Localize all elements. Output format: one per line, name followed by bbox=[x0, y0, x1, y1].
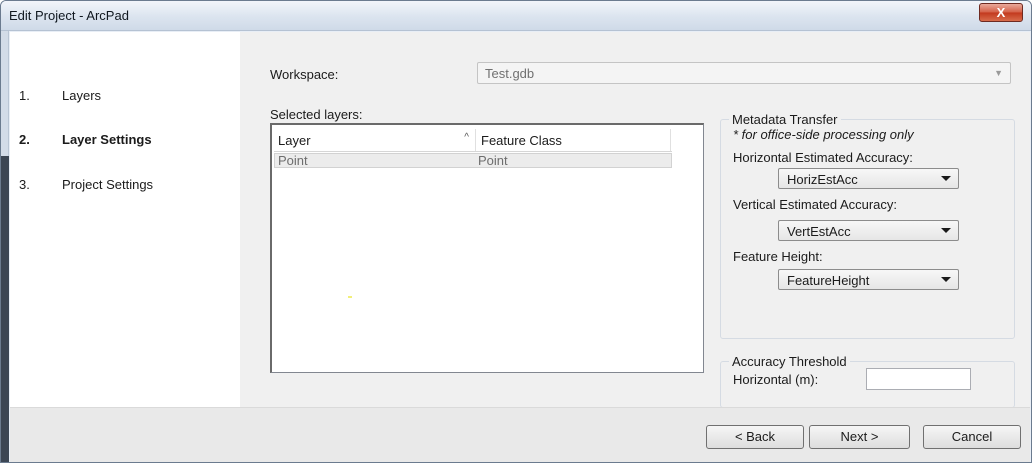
workspace-value: Test.gdb bbox=[485, 66, 535, 81]
window-frame-left bbox=[1, 31, 9, 462]
step-label: Project Settings bbox=[62, 177, 154, 192]
chevron-down-icon bbox=[941, 277, 951, 282]
title-bar[interactable]: Edit Project - ArcPad X bbox=[1, 1, 1031, 31]
header-divider bbox=[274, 151, 672, 152]
column-header-feature-class[interactable]: Feature Class bbox=[477, 129, 671, 151]
selected-layers-label: Selected layers: bbox=[270, 107, 363, 122]
wizard-steps-panel bbox=[10, 32, 240, 407]
close-button[interactable]: X bbox=[979, 3, 1023, 22]
edit-project-dialog: Edit Project - ArcPad X 1. Layers 2. Lay… bbox=[0, 0, 1032, 463]
horizontal-m-label: Horizontal (m): bbox=[733, 372, 819, 387]
select-value: VertEstAcc bbox=[787, 224, 851, 239]
step-number: 2. bbox=[19, 132, 30, 147]
select-value: FeatureHeight bbox=[787, 273, 870, 288]
step-label: Layer Settings bbox=[62, 132, 152, 147]
select-value: HorizEstAcc bbox=[787, 172, 858, 187]
horizontal-accuracy-label: Horizontal Estimated Accuracy: bbox=[733, 150, 913, 165]
horizontal-threshold-input[interactable] bbox=[866, 368, 971, 390]
column-header-label: Layer bbox=[278, 133, 311, 148]
vertical-accuracy-select[interactable]: VertEstAcc bbox=[778, 220, 959, 241]
layers-list[interactable]: Layer ^ Feature Class Point Point bbox=[270, 123, 704, 373]
table-row[interactable]: Point Point bbox=[274, 153, 672, 168]
column-header-layer[interactable]: Layer ^ bbox=[274, 129, 476, 151]
window-title: Edit Project - ArcPad bbox=[9, 8, 129, 23]
next-button[interactable]: Next > bbox=[809, 425, 910, 449]
feature-height-label: Feature Height: bbox=[733, 249, 823, 264]
step-number: 1. bbox=[19, 88, 30, 103]
sort-ascending-icon: ^ bbox=[464, 132, 469, 143]
close-icon: X bbox=[996, 5, 1006, 20]
chevron-down-icon bbox=[941, 228, 951, 233]
step-number: 3. bbox=[19, 177, 30, 192]
workspace-label: Workspace: bbox=[270, 67, 339, 82]
stray-mark bbox=[348, 296, 352, 298]
cancel-button[interactable]: Cancel bbox=[923, 425, 1021, 449]
column-header-label: Feature Class bbox=[481, 133, 562, 148]
vertical-accuracy-label: Vertical Estimated Accuracy: bbox=[733, 197, 898, 212]
group-title: Metadata Transfer bbox=[729, 112, 841, 127]
layer-cell: Point bbox=[278, 153, 308, 168]
horizontal-accuracy-select[interactable]: HorizEstAcc bbox=[778, 168, 959, 189]
office-side-note: * for office-side processing only bbox=[733, 127, 914, 142]
step-label: Layers bbox=[62, 88, 102, 103]
chevron-down-icon bbox=[941, 176, 951, 181]
back-button[interactable]: < Back bbox=[706, 425, 804, 449]
chevron-down-icon: ▼ bbox=[994, 68, 1003, 78]
group-title: Accuracy Threshold bbox=[729, 354, 850, 369]
feature-height-select[interactable]: FeatureHeight bbox=[778, 269, 959, 290]
feature-class-cell: Point bbox=[478, 153, 508, 168]
workspace-select[interactable]: Test.gdb ▼ bbox=[477, 62, 1011, 84]
